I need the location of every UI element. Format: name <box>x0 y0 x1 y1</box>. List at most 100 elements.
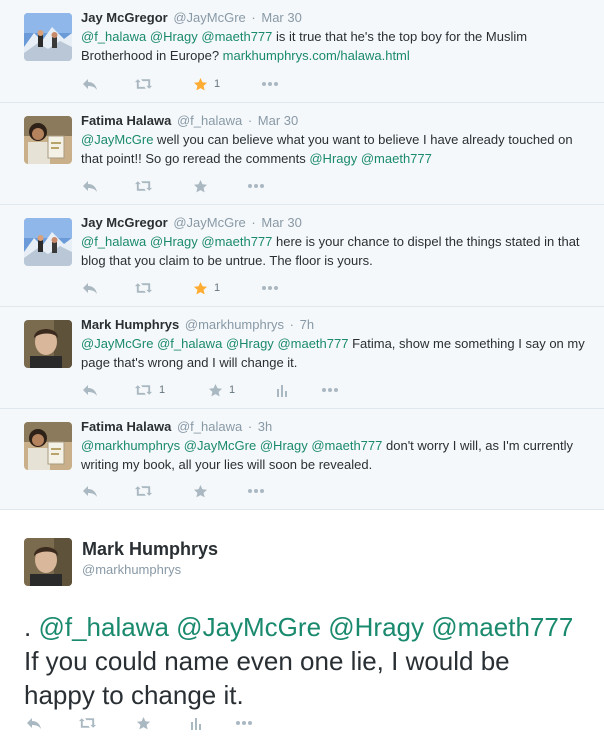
reply-icon <box>82 483 98 499</box>
favorite-count: 1 <box>214 282 221 294</box>
analytics-button[interactable] <box>188 715 204 731</box>
analytics-icon <box>274 382 290 398</box>
retweet-button[interactable] <box>78 715 97 731</box>
more-button[interactable] <box>320 382 340 398</box>
retweet-button[interactable] <box>134 178 153 194</box>
mention-link[interactable]: @Hragy <box>260 438 308 453</box>
timestamp[interactable]: Mar 30 <box>261 215 301 230</box>
more-icon <box>260 76 280 92</box>
retweet-button[interactable]: 1 <box>134 382 165 398</box>
mention-link[interactable]: @Hragy <box>150 29 198 44</box>
separator-dot: · <box>247 113 253 128</box>
mention-link[interactable]: @f_halawa <box>81 29 146 44</box>
mention-link[interactable]: @JayMcGre <box>176 612 321 642</box>
author-name[interactable]: Jay McGregor <box>81 10 168 25</box>
avatar[interactable] <box>24 538 72 586</box>
author-name[interactable]: Mark Humphrys <box>82 539 218 560</box>
mention-link[interactable]: @f_halawa <box>81 234 146 249</box>
mention-link[interactable]: @f_halawa <box>38 612 168 642</box>
retweet-button[interactable] <box>134 280 153 296</box>
more-icon <box>246 483 266 499</box>
mention-link[interactable]: @f_halawa <box>157 336 222 351</box>
avatar[interactable] <box>24 218 72 266</box>
mention-link[interactable]: @Hragy <box>328 612 424 642</box>
author-name[interactable]: Mark Humphrys <box>81 317 179 332</box>
mention-link[interactable]: @maeth777 <box>311 438 382 453</box>
tweet[interactable]: Jay McGregor @JayMcGre · Mar 30 @f_halaw… <box>0 0 604 103</box>
mention-link[interactable]: @markhumphrys <box>81 438 180 453</box>
author-username[interactable]: @markhumphrys <box>185 317 284 332</box>
tweet-text: @f_halawa @Hragy @maeth777 here is your … <box>81 232 591 270</box>
favorite-button[interactable] <box>193 483 208 499</box>
more-button[interactable] <box>246 178 266 194</box>
author-username[interactable]: @f_halawa <box>177 113 242 128</box>
analytics-button[interactable] <box>274 382 290 398</box>
mention-link[interactable]: @maeth777 <box>431 612 573 642</box>
tweet-header: Fatima Halawa @f_halawa · 3h <box>81 419 590 435</box>
tweet[interactable]: Fatima Halawa @f_halawa · 3h @markhumphr… <box>0 409 604 510</box>
favorite-button[interactable]: 1 <box>193 280 220 296</box>
favorite-button[interactable]: 1 <box>208 382 235 398</box>
author-name[interactable]: Jay McGregor <box>81 215 168 230</box>
mention-link[interactable]: @maeth777 <box>201 234 272 249</box>
retweet-button[interactable] <box>134 76 153 92</box>
reply-button[interactable] <box>26 715 42 731</box>
retweet-icon <box>134 483 153 499</box>
star-icon <box>193 484 208 499</box>
timestamp[interactable]: Mar 30 <box>258 113 298 128</box>
reply-button[interactable] <box>82 280 98 296</box>
author-username[interactable]: @f_halawa <box>177 419 242 434</box>
conversation-thread: Jay McGregor @JayMcGre · Mar 30 @f_halaw… <box>0 0 604 510</box>
favorite-button[interactable]: 1 <box>193 76 220 92</box>
url-link[interactable]: markhumphrys.com/halawa.html <box>223 48 410 63</box>
tweet-header: Jay McGregor @JayMcGre · Mar 30 <box>81 10 590 26</box>
mention-link[interactable]: @Hragy <box>150 234 198 249</box>
tweet-actions <box>82 178 342 194</box>
timestamp[interactable]: 3h <box>258 419 272 434</box>
mention-link[interactable]: @Hragy <box>309 151 357 166</box>
avatar[interactable] <box>24 116 72 164</box>
tweet-header: Mark Humphrys @markhumphrys · 7h <box>81 317 590 333</box>
favorite-button[interactable] <box>136 715 151 731</box>
author-username[interactable]: @JayMcGre <box>173 10 245 25</box>
avatar[interactable] <box>24 320 72 368</box>
mention-link[interactable]: @JayMcGre <box>81 336 153 351</box>
favorite-button[interactable] <box>193 178 208 194</box>
analytics-icon <box>188 715 204 731</box>
more-button[interactable] <box>246 483 266 499</box>
mention-link[interactable]: @maeth777 <box>201 29 272 44</box>
author-username[interactable]: @markhumphrys <box>82 562 181 577</box>
star-icon <box>208 383 223 398</box>
author-username[interactable]: @JayMcGre <box>173 215 245 230</box>
more-button[interactable] <box>234 715 254 731</box>
separator-dot: · <box>251 215 256 230</box>
retweet-icon <box>134 280 153 296</box>
mention-link[interactable]: @JayMcGre <box>184 438 256 453</box>
timestamp[interactable]: Mar 30 <box>261 10 301 25</box>
timestamp[interactable]: 7h <box>300 317 314 332</box>
mention-link[interactable]: @Hragy <box>226 336 274 351</box>
author-name[interactable]: Fatima Halawa <box>81 419 171 434</box>
author-name[interactable]: Fatima Halawa <box>81 113 171 128</box>
reply-button[interactable] <box>82 483 98 499</box>
tweet-text: @f_halawa @Hragy @maeth777 is it true th… <box>81 27 591 65</box>
more-button[interactable] <box>260 76 280 92</box>
tweet-actions: 1 <box>82 280 342 296</box>
mention-link[interactable]: @JayMcGre <box>81 132 153 147</box>
avatar[interactable] <box>24 13 72 61</box>
mention-link[interactable]: @maeth777 <box>361 151 432 166</box>
tweet[interactable]: Fatima Halawa @f_halawa · Mar 30 @JayMcG… <box>0 103 604 205</box>
retweet-button[interactable] <box>134 483 153 499</box>
reply-button[interactable] <box>82 76 98 92</box>
more-icon <box>260 280 280 296</box>
mention-link[interactable]: @maeth777 <box>277 336 348 351</box>
main-tweet: Mark Humphrys @markhumphrys . @f_halawa … <box>0 510 604 737</box>
tweet[interactable]: Jay McGregor @JayMcGre · Mar 30 @f_halaw… <box>0 205 604 307</box>
tweet-text: @JayMcGre @f_halawa @Hragy @maeth777 Fat… <box>81 334 591 372</box>
reply-button[interactable] <box>82 178 98 194</box>
tweet[interactable]: Mark Humphrys @markhumphrys · 7h @JayMcG… <box>0 307 604 409</box>
tweet-body: If you could name even one lie, I would … <box>24 646 510 710</box>
reply-button[interactable] <box>82 382 98 398</box>
more-button[interactable] <box>260 280 280 296</box>
avatar[interactable] <box>24 422 72 470</box>
